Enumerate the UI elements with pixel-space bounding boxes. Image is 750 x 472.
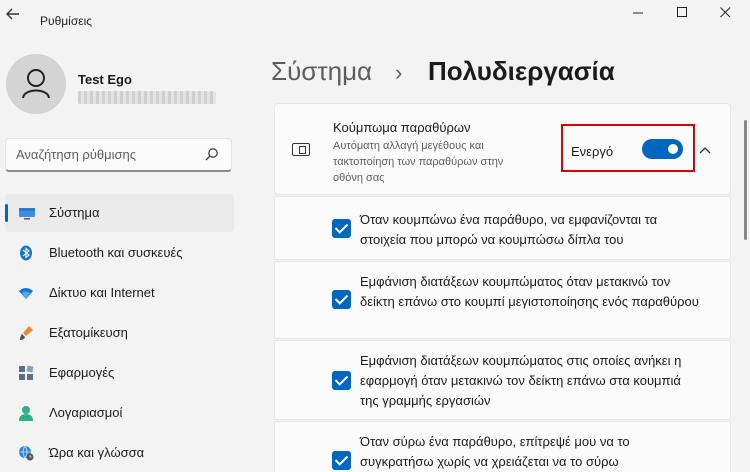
search-box[interactable] [5,138,232,172]
toggle-knob [668,144,678,154]
sidebar-item-network[interactable]: Δίκτυο και Internet [5,274,234,312]
option-label: Όταν κουμπώνω ένα παράθυρο, να εμφανίζον… [360,212,658,247]
back-arrow-icon[interactable] [6,8,22,22]
search-icon[interactable] [205,147,221,163]
user-email-redacted [78,91,216,104]
option-label: Εμφάνιση διατάξεων κουμπώματος όταν μετα… [360,274,699,309]
sidebar-item-label: Εφαρμογές [49,365,115,380]
sidebar-item-bluetooth[interactable]: Bluetooth και συσκευές [5,234,234,272]
sidebar-item-label: Δίκτυο και Internet [49,285,155,300]
user-name: Test Ego [78,72,132,87]
sidebar-nav: Σύστημα Bluetooth και συσκευές Δίκτυο κα… [5,194,234,472]
option-row[interactable]: Εμφάνιση διατάξεων κουμπώματος όταν μετα… [274,261,731,339]
snap-layout-icon [292,143,310,156]
title-bar: Ρυθμίσεις [0,0,750,30]
chevron-up-icon[interactable] [695,140,715,160]
option-checkbox[interactable] [332,290,351,309]
sidebar-item-label: Εξατομίκευση [49,325,128,340]
option-row[interactable]: Όταν κουμπώνω ένα παράθυρο, να εμφανίζον… [274,196,731,260]
snap-windows-card[interactable]: Κούμπωμα παραθύρων Αυτόματη αλλαγή μεγέθ… [274,103,731,195]
sidebar-item-label: Ώρα και γλώσσα [49,445,145,460]
sidebar-item-system[interactable]: Σύστημα [5,194,234,232]
breadcrumb-separator: › [395,60,403,85]
scrollbar[interactable] [744,120,747,240]
sidebar-item-time-language[interactable]: Ώρα και γλώσσα [5,434,234,472]
sidebar-item-label: Σύστημα [49,205,100,220]
sidebar-item-label: Bluetooth και συσκευές [49,245,183,260]
option-checkbox[interactable] [332,371,351,390]
breadcrumb-parent[interactable]: Σύστημα [271,56,372,87]
globe-clock-icon [18,445,34,461]
sidebar-item-accounts[interactable]: Λογαριασμοί [5,394,234,432]
option-checkbox[interactable] [332,451,351,470]
sidebar-item-apps[interactable]: Εφαρμογές [5,354,234,392]
apps-icon [18,365,34,381]
snap-windows-title: Κούμπωμα παραθύρων [333,120,471,135]
option-label: Εμφάνιση διατάξεων κουμπώματος στις οποί… [360,353,682,408]
account-icon [18,405,34,421]
app-title: Ρυθμίσεις [40,14,93,28]
option-label: Όταν σύρω ένα παράθυρο, επίτρεψέ μου να … [360,434,630,469]
minimize-button[interactable] [624,4,652,24]
snap-windows-toggle[interactable] [642,139,683,159]
toggle-state-label: Ενεργό [571,144,614,159]
avatar[interactable] [6,54,66,114]
page-title: Πολυδιεργασία [428,56,615,86]
sidebar-item-personalization[interactable]: Εξατομίκευση [5,314,234,352]
option-checkbox[interactable] [332,219,351,238]
option-row[interactable]: Όταν σύρω ένα παράθυρο, επίτρεψέ μου να … [274,421,731,472]
system-icon [18,205,35,221]
maximize-button[interactable] [668,4,696,24]
brush-icon [18,325,34,341]
option-row[interactable]: Εμφάνιση διατάξεων κουμπώματος στις οποί… [274,340,731,420]
wifi-icon [18,285,34,301]
search-input[interactable] [6,139,196,170]
bluetooth-icon [18,245,34,261]
sidebar-item-label: Λογαριασμοί [49,405,123,420]
snap-windows-description: Αυτόματη αλλαγή μεγέθους και τακτοποίηση… [333,140,504,184]
close-button[interactable] [711,4,739,24]
